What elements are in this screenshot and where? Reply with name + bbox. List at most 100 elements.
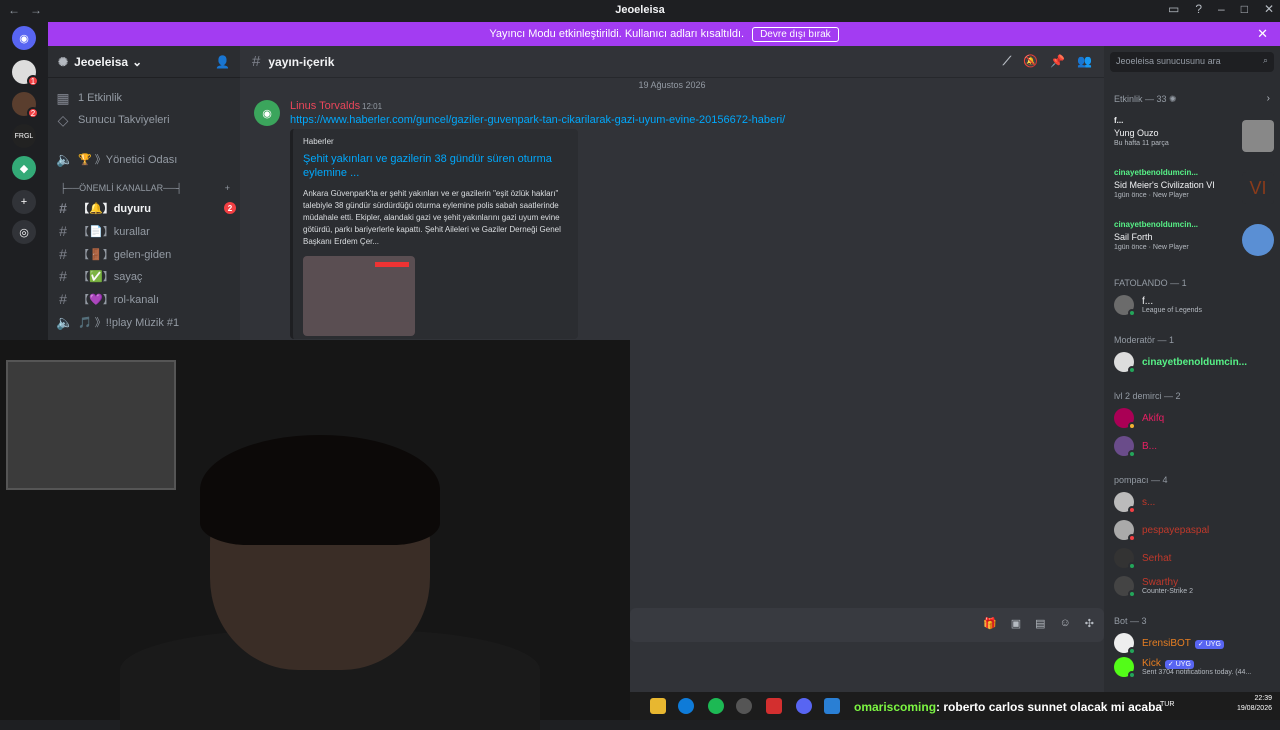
banner-close-icon[interactable]: ✕ [1257, 26, 1268, 42]
threads-icon[interactable]: ⟋ [1003, 54, 1011, 69]
server-icon[interactable]: 2 [12, 92, 39, 119]
add-user-icon[interactable]: 👤 [215, 55, 230, 69]
channel-sayac[interactable]: # 【✅】sayaç [56, 266, 236, 286]
image-logo [375, 262, 409, 267]
streamer-mode-banner: Yayıncı Modu etkinleştirildi. Kullanıcı … [48, 22, 1280, 46]
title-bar: ← → Jeoeleisa ▭ ? – □ ✕ [0, 0, 1280, 22]
webcam-person-hair [200, 435, 440, 545]
server-icon[interactable]: 1 [12, 60, 39, 87]
member-item[interactable]: f... League of Legends [1114, 294, 1274, 317]
voice-channel-admin[interactable]: 🔈 🏆 》Yönetici Odası [56, 149, 236, 169]
close-window-icon[interactable]: ✕ [1264, 2, 1274, 16]
sticker-icon[interactable]: ▤ [1035, 617, 1045, 630]
server-icon[interactable]: ◆ [12, 156, 36, 180]
hash-icon: # [59, 223, 67, 239]
message-link[interactable]: https://www.haberler.com/guncel/gaziler-… [290, 114, 785, 126]
game-icon: VI [1242, 172, 1274, 204]
pin-icon[interactable]: 📌 [1050, 54, 1065, 69]
chat-username: omariscoming [854, 700, 937, 714]
avatar [1114, 295, 1136, 317]
discord-taskbar-icon[interactable] [796, 698, 812, 714]
obs-icon[interactable] [736, 698, 752, 714]
chevron-down-icon: ⌄ [132, 54, 143, 69]
keyboard-language[interactable]: TUR [1160, 701, 1174, 708]
avatar[interactable]: ◉ [254, 100, 280, 126]
apps-icon[interactable]: ✣ [1085, 617, 1094, 630]
webcam-overlay [0, 340, 630, 730]
channel-kurallar[interactable]: # 【📄】kurallar [56, 221, 236, 241]
member-item[interactable]: Serhat [1114, 547, 1274, 570]
avatar [1114, 408, 1136, 430]
add-channel-icon[interactable]: + [225, 183, 230, 193]
member-item[interactable]: cinayetbenoldumcin... [1114, 351, 1274, 374]
server-icon[interactable]: FRGL [12, 124, 36, 148]
avatar [1114, 576, 1136, 598]
server-gear-icon: ✺ [58, 54, 69, 69]
input-toolbar: 🎁 ▣ ▤ ☺ ✣ [983, 617, 1094, 630]
activity-card[interactable]: cinayetbenoldumcin... Sail Forth 1gün ön… [1114, 220, 1274, 270]
channel-duyuru[interactable]: # 【🔔】duyuru 2 [56, 198, 236, 218]
app-icon[interactable] [824, 698, 840, 714]
channel-header: # yayın-içerik ⟋ 🔕 📌 👥 [240, 46, 1104, 78]
activity-header[interactable]: Etkinlik — 33 ✺ [1114, 94, 1177, 105]
app-icon[interactable] [766, 698, 782, 714]
hash-icon: # [59, 246, 67, 262]
spotify-icon[interactable] [708, 698, 724, 714]
member-item[interactable]: Akifq [1114, 407, 1274, 430]
channel-label: 【📄】kurallar [78, 226, 150, 238]
member-item[interactable]: s... [1114, 491, 1274, 514]
member-item[interactable]: B... [1114, 435, 1274, 458]
disable-streamer-mode-button[interactable]: Devre dışı bırak [752, 26, 839, 42]
avatar [1114, 520, 1136, 542]
message-input[interactable]: 🎁 ▣ ▤ ☺ ✣ [630, 608, 1104, 642]
member-item[interactable]: Kick ✓ UYG Sent 3704 notifications today. … [1114, 656, 1274, 679]
chevron-right-icon[interactable]: › [1267, 93, 1270, 104]
search-input[interactable]: Jeoeleisa sunucusunu ara ⌕ [1110, 52, 1274, 72]
member-name: cinayetbenoldumcin... [1142, 356, 1248, 368]
member-item[interactable]: pespayepaspal [1114, 519, 1274, 542]
add-server-icon[interactable]: + [12, 190, 36, 214]
system-clock[interactable]: 22:39 19/08/2026 [1237, 694, 1272, 714]
server-name: Jeoeleisa [74, 54, 129, 69]
category-header[interactable]: ├──ÖNEMLİ KANALLAR──┤ + [60, 183, 230, 193]
activity-card[interactable]: cinayetbenoldumcin... Sid Meier's Civili… [1114, 168, 1274, 218]
embed-title[interactable]: Şehit yakınları ve gazilerin 38 gündür s… [303, 152, 568, 180]
channel-gelen-giden[interactable]: # 【🚪】gelen-giden [56, 244, 236, 264]
inbox-icon[interactable]: ▭ [1168, 2, 1179, 16]
member-name: Serhat [1142, 552, 1172, 564]
boosts-item[interactable]: ◇ Sunucu Takviyeleri [56, 110, 236, 130]
role-header: lvl 2 demirci — 2 [1114, 391, 1181, 401]
member-name: ErensiBOT [1142, 637, 1191, 649]
emoji-icon[interactable]: ☺ [1060, 617, 1071, 630]
member-item[interactable]: ErensiBOT ✓ UYG [1114, 632, 1274, 655]
window-controls: ▭ ? – □ ✕ [1168, 2, 1274, 16]
maximize-icon[interactable]: □ [1241, 2, 1248, 16]
search-placeholder: Jeoeleisa sunucusunu ara [1116, 56, 1221, 66]
gif-icon[interactable]: ▣ [1011, 617, 1021, 630]
role-header: pompacı — 4 [1114, 475, 1168, 485]
activity-card[interactable]: f... Yung Ouzo Bu hafta 11 parça [1114, 116, 1274, 166]
notification-bell-icon[interactable]: 🔕 [1023, 54, 1038, 69]
member-item[interactable]: Swarthy Counter-Strike 2 [1114, 575, 1274, 598]
header-toolbar: ⟋ 🔕 📌 👥 [1003, 54, 1092, 69]
member-list-icon[interactable]: 👥 [1077, 54, 1092, 69]
edge-icon[interactable] [678, 698, 694, 714]
embed-image[interactable] [303, 256, 415, 336]
hash-icon: # [59, 268, 67, 284]
explore-icon[interactable]: ◎ [12, 220, 36, 244]
message-author[interactable]: Linus Torvalds [290, 100, 360, 112]
channel-label: 【💜】rol-kanalı [78, 294, 159, 306]
file-explorer-icon[interactable] [650, 698, 666, 714]
channel-label: 【🚪】gelen-giden [78, 249, 172, 261]
channel-label: 🎵 》!!play Müzik #1 [78, 317, 180, 329]
channel-rol-kanali[interactable]: # 【💜】rol-kanalı [56, 289, 236, 309]
events-item[interactable]: ▦ 1 Etkinlik [56, 88, 236, 108]
discord-home-icon[interactable]: ◉ [12, 26, 36, 50]
server-header[interactable]: ✺ Jeoeleisa ⌄ 👤 [48, 46, 240, 78]
minimize-icon[interactable]: – [1218, 2, 1225, 16]
mention-badge: 2 [224, 202, 236, 214]
help-icon[interactable]: ? [1195, 2, 1202, 16]
role-header: FATOLANDO — 1 [1114, 278, 1187, 288]
voice-channel-music[interactable]: 🔈 🎵 》!!play Müzik #1 [56, 312, 236, 332]
gift-icon[interactable]: 🎁 [983, 617, 997, 630]
